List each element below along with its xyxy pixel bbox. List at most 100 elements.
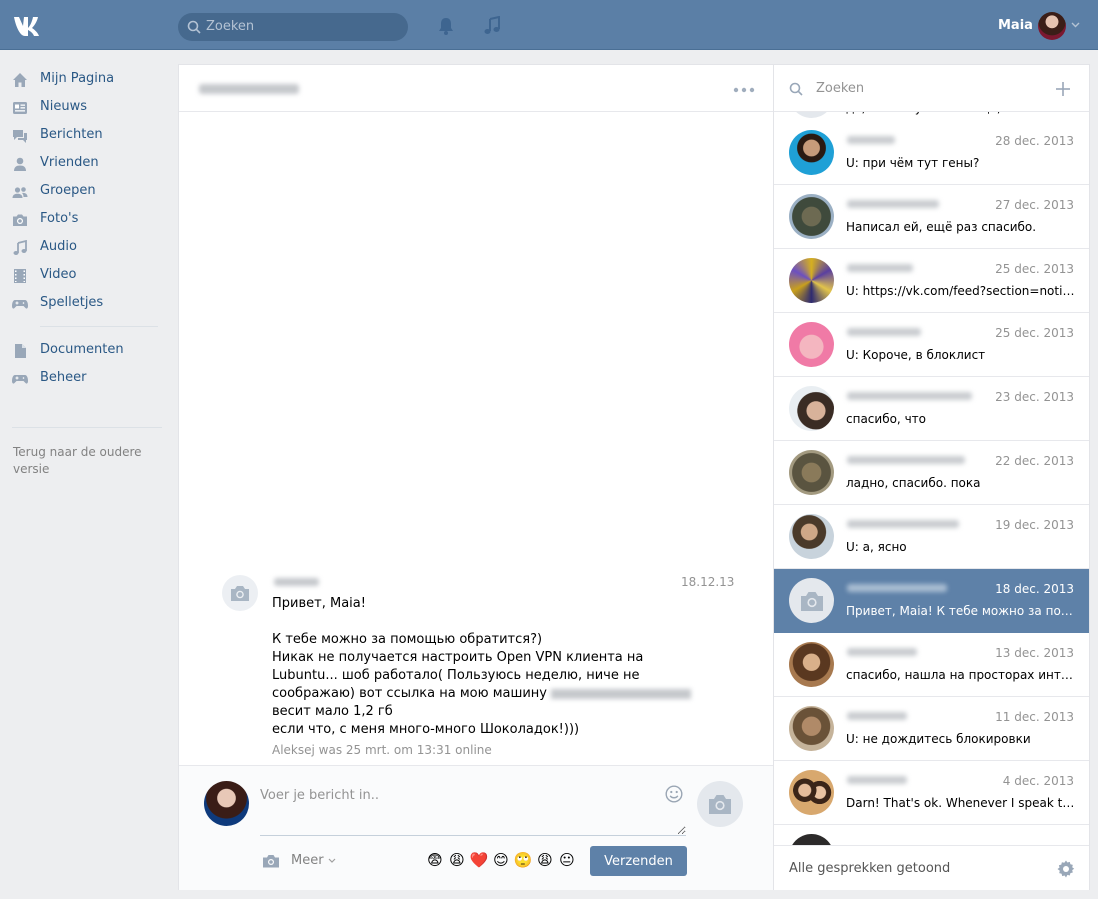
conversation-item[interactable]: 25 dec. 2013 U: Короче, в блоклист (774, 313, 1089, 377)
nav-item-video[interactable]: Video (12, 264, 162, 288)
conversation-item[interactable]: 19 dec. 2013 U: а, ясно (774, 505, 1089, 569)
nav-item-messages[interactable]: Berichten (12, 124, 162, 148)
message-line: Никак не получается настроить Open VPN к… (272, 650, 644, 665)
conversation-preview: ладно, спасибо. пока (846, 476, 981, 490)
voice-camera-button[interactable] (697, 781, 743, 827)
username[interactable]: Maia (998, 18, 1033, 33)
vk-logo-icon[interactable] (12, 13, 46, 37)
more-attachments-button[interactable]: Meer (291, 853, 324, 868)
camera-icon[interactable] (262, 854, 280, 868)
conversation-item[interactable]: 25 dec. 2013 U: https://vk.com/feed?sect… (774, 249, 1089, 313)
avatar (789, 194, 834, 239)
chat-header (179, 65, 773, 112)
conversation-item[interactable]: 4 dec. 2013 Darn! That's ok. Whenever I … (774, 761, 1089, 825)
conversation-preview: U: Короче, в блоклист (846, 348, 986, 362)
old-version-link[interactable]: Terug naar de oudere versie (13, 444, 153, 478)
conversation-search[interactable]: Zoeken (774, 65, 1089, 112)
message-line: К тебе можно за помощью обратится?) (272, 632, 543, 647)
nav-item-label: Audio (40, 239, 77, 254)
conversation-item[interactable]: 22 dec. 2013 ладно, спасибо. пока (774, 441, 1089, 505)
music-note-icon[interactable] (483, 16, 501, 36)
emoji-button[interactable]: 😨 (424, 851, 446, 869)
emoji-button[interactable]: 😩 (534, 851, 556, 869)
message-line: если что, с меня много-много Шоколадок!)… (272, 722, 580, 737)
emoji-button[interactable]: 😐 (556, 851, 578, 869)
conversation-item-selected[interactable]: 18 dec. 2013 Привет, Maia! К тебе можно … (774, 569, 1089, 633)
conversation-date: 19 dec. 2013 (995, 518, 1074, 532)
film-icon (14, 269, 26, 283)
plus-icon[interactable] (1056, 82, 1070, 96)
nav-item-news[interactable]: Nieuws (12, 96, 162, 120)
camera-icon (231, 586, 249, 601)
avatar (789, 322, 834, 367)
gamepad-icon (12, 300, 28, 309)
conversation-item[interactable]: 13 dec. 2013 спасибо, нашла на просторах… (774, 633, 1089, 697)
conversation-preview: Привет, Maia! К тебе можно за помощью об… (846, 604, 1076, 618)
conversation-preview: U: https://vk.com/feed?section=notificat… (846, 284, 1076, 298)
conversation-item-partial[interactable] (774, 825, 1089, 845)
blurred-contact-name (847, 584, 947, 592)
nav-item-audio[interactable]: Audio (12, 236, 162, 260)
nav-item-manage[interactable]: Beheer (12, 367, 162, 391)
blurred-contact-name (847, 776, 907, 784)
chevron-down-icon[interactable] (328, 858, 336, 863)
top-search-input[interactable]: Zoeken (178, 13, 408, 41)
top-search-placeholder: Zoeken (206, 19, 255, 34)
emoji-button[interactable]: 😊 (490, 851, 512, 869)
blurred-link[interactable] (551, 688, 692, 699)
send-button[interactable]: Verzenden (590, 846, 687, 876)
nav-item-groups[interactable]: Groepen (12, 180, 162, 204)
nav-item-my-page[interactable]: Mijn Pagina (12, 68, 162, 92)
nav-divider (40, 326, 158, 327)
avatar (789, 578, 834, 623)
message-line-with-link: соображаю) вот ссылка на мою машину (272, 685, 692, 703)
conversation-list[interactable]: 28 dec. 2013 U: при чём тут гены? 27 dec… (774, 112, 1089, 845)
blurred-contact-name (847, 136, 895, 144)
emoji-button[interactable]: 🙄 (512, 851, 534, 869)
avatar (789, 130, 834, 175)
search-icon (187, 20, 201, 34)
sender-avatar[interactable] (222, 575, 258, 611)
message-line: соображаю) вот ссылка на мою машину (272, 686, 547, 701)
blurred-contact-name (847, 648, 917, 656)
gear-icon[interactable] (1057, 860, 1075, 878)
conversation-item[interactable]: 11 dec. 2013 U: не дождитесь блокировки (774, 697, 1089, 761)
conversation-item[interactable]: 28 dec. 2013 U: при чём тут гены? (774, 121, 1089, 185)
message-input[interactable] (260, 782, 686, 836)
bell-icon[interactable] (437, 16, 455, 36)
nav-item-label: Beheer (40, 370, 87, 385)
blurred-contact-name (847, 712, 907, 720)
nav-item-friends[interactable]: Vrienden (12, 152, 162, 176)
conversation-preview: спасибо, что (846, 412, 926, 426)
avatar[interactable] (1038, 12, 1066, 40)
messages-icon (13, 130, 27, 143)
blurred-contact-name (847, 392, 972, 400)
conversation-item[interactable]: 23 dec. 2013 спасибо, что (774, 377, 1089, 441)
conversation-date: 23 dec. 2013 (995, 390, 1074, 404)
conversation-date: 25 dec. 2013 (995, 262, 1074, 276)
conversation-preview: U: при чём тут гены? (846, 156, 980, 170)
more-options-icon[interactable] (733, 87, 755, 93)
nav-item-games[interactable]: Spelletjes (12, 292, 162, 316)
emoji-button[interactable]: 😩 (446, 851, 468, 869)
avatar[interactable] (204, 781, 249, 826)
conversation-item[interactable]: 27 dec. 2013 Написал ей, ещё раз спасибо… (774, 185, 1089, 249)
smiley-icon[interactable] (665, 785, 683, 803)
online-status: Aleksej was 25 mrt. om 13:31 online (272, 743, 492, 757)
avatar (789, 386, 834, 431)
friend-icon (14, 157, 26, 171)
blurred-contact-name (847, 328, 921, 336)
camera-icon (709, 795, 731, 814)
document-icon (15, 344, 26, 358)
news-icon (13, 102, 27, 114)
nav-divider (12, 427, 162, 428)
conversation-search-placeholder: Zoeken (816, 81, 865, 96)
groups-icon (12, 187, 28, 198)
blurred-contact-name (199, 84, 299, 94)
nav-item-photos[interactable]: Foto's (12, 208, 162, 232)
chevron-down-icon[interactable] (1071, 22, 1080, 28)
conversation-list-footer: Alle gesprekken getoond (774, 845, 1089, 890)
message-body: Привет, Maia! К тебе можно за помощью об… (272, 595, 692, 739)
emoji-button[interactable]: ❤️ (468, 851, 490, 869)
nav-item-documents[interactable]: Documenten (12, 339, 162, 363)
